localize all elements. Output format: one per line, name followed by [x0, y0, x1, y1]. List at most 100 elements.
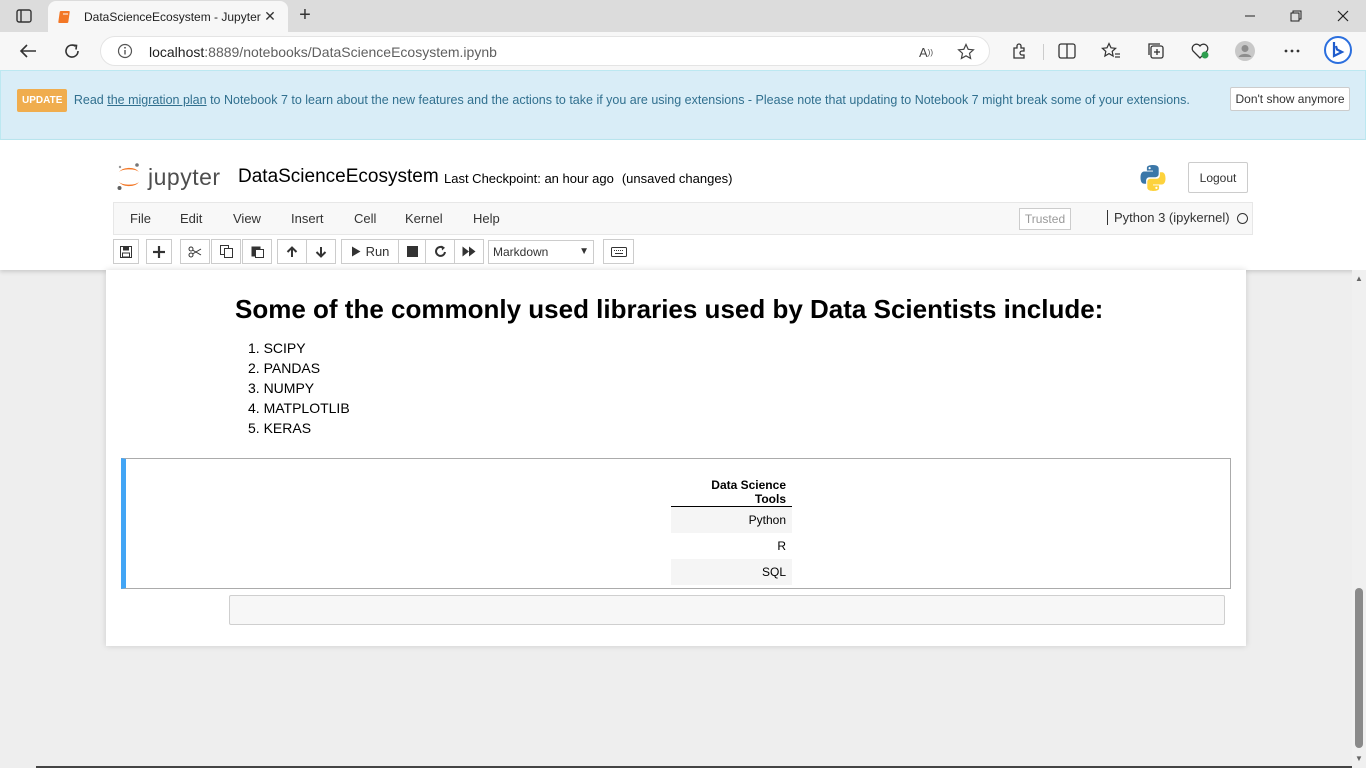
- minimize-icon[interactable]: [1227, 4, 1273, 28]
- play-icon: [351, 246, 361, 257]
- insert-cell-button[interactable]: [146, 239, 172, 264]
- split-screen-icon[interactable]: [1056, 40, 1078, 62]
- table-row: Python: [671, 506, 792, 533]
- update-badge: UPDATE: [17, 89, 68, 112]
- markdown-heading: Some of the commonly used libraries used…: [235, 294, 1104, 324]
- selected-markdown-cell[interactable]: Data Science Tools Python R SQL: [121, 458, 1231, 589]
- menu-edit[interactable]: Edit: [180, 211, 202, 226]
- url-text: localhost:8889/notebooks/DataScienceEcos…: [149, 44, 497, 60]
- address-bar[interactable]: localhost:8889/notebooks/DataScienceEcos…: [100, 36, 990, 66]
- collections-icon[interactable]: [1145, 40, 1167, 62]
- table-row: SQL: [671, 558, 792, 585]
- checkpoint-status: Last Checkpoint: an hour ago (unsaved cha…: [444, 171, 733, 186]
- save-icon: [120, 245, 132, 258]
- paste-button[interactable]: [242, 239, 272, 264]
- menu-view[interactable]: View: [233, 211, 261, 226]
- kernel-name[interactable]: Python 3 (ipykernel): [1107, 210, 1230, 225]
- python-logo-icon: [1140, 165, 1166, 191]
- table-header: Data Science Tools: [671, 476, 792, 507]
- stop-icon: [406, 246, 418, 257]
- interrupt-kernel-button[interactable]: [398, 239, 426, 264]
- list-item: 3. NUMPY: [248, 380, 315, 396]
- command-palette-button[interactable]: [603, 239, 634, 264]
- list-item: 1. SCIPY: [248, 340, 306, 356]
- notebook-container: Some of the commonly used libraries used…: [106, 270, 1246, 646]
- menu-file[interactable]: File: [130, 211, 151, 226]
- favorite-star-icon[interactable]: [956, 42, 976, 62]
- back-icon[interactable]: [15, 39, 41, 63]
- tab-close-icon[interactable]: ✕: [262, 8, 278, 25]
- more-options-icon[interactable]: [1281, 40, 1303, 62]
- notebook-title[interactable]: DataScienceEcosystem: [238, 166, 439, 188]
- fast-forward-icon: [462, 246, 476, 257]
- chevron-down-icon: ▼: [579, 246, 589, 257]
- jupyter-logo-icon: [117, 163, 139, 190]
- menu-bar: File Edit View Insert Cell Kernel Help T…: [113, 202, 1253, 235]
- restart-kernel-button[interactable]: [425, 239, 455, 264]
- bing-copilot-icon[interactable]: [1323, 35, 1353, 65]
- profile-avatar-icon[interactable]: [1234, 40, 1256, 62]
- browser-tab[interactable]: DataScienceEcosystem - Jupyter ✕: [48, 1, 288, 32]
- restart-icon: [434, 245, 446, 257]
- site-info-icon[interactable]: [117, 43, 133, 59]
- table-cell: SQL: [671, 558, 792, 585]
- jupyter-header: jupyter DataScienceEcosystem Last Checkp…: [0, 140, 1366, 270]
- migration-plan-link[interactable]: the migration plan: [107, 93, 206, 107]
- scroll-down-icon[interactable]: ▼: [1355, 754, 1363, 763]
- close-window-icon[interactable]: [1320, 4, 1366, 28]
- dont-show-anymore-button[interactable]: Don't show anymore: [1230, 87, 1350, 111]
- banner-message: UPDATE Read the migration plan to Notebo…: [17, 89, 1197, 112]
- menu-help[interactable]: Help: [473, 211, 500, 226]
- trusted-indicator[interactable]: Trusted: [1019, 208, 1071, 230]
- notebook-toolbar: Run Markdown ▼: [113, 239, 1253, 266]
- read-aloud-icon[interactable]: A)): [916, 42, 936, 62]
- scroll-up-icon[interactable]: ▲: [1355, 274, 1363, 283]
- logout-button[interactable]: Logout: [1188, 162, 1248, 193]
- cell-type-select[interactable]: Markdown ▼: [488, 240, 594, 264]
- scrollbar-thumb[interactable]: [1355, 588, 1363, 748]
- page-scrollbar[interactable]: ▲ ▼: [1352, 270, 1366, 768]
- jupyter-logo-text: jupyter: [148, 163, 221, 190]
- table-row: R: [671, 533, 792, 559]
- move-up-button[interactable]: [277, 239, 307, 264]
- kernel-idle-icon: [1237, 213, 1248, 224]
- plus-icon: [153, 245, 165, 258]
- jupyter-logo[interactable]: jupyter: [116, 162, 221, 192]
- paste-icon: [251, 246, 264, 258]
- refresh-icon[interactable]: [59, 39, 85, 63]
- data-science-tools-table: Data Science Tools Python R SQL: [671, 476, 792, 585]
- arrow-down-icon: [315, 246, 327, 258]
- empty-code-cell-input[interactable]: [229, 595, 1225, 625]
- update-banner: UPDATE Read the migration plan to Notebo…: [0, 70, 1366, 140]
- tab-actions-icon[interactable]: [12, 6, 36, 26]
- copy-icon: [219, 245, 233, 258]
- copy-button[interactable]: [211, 239, 241, 264]
- tab-title: DataScienceEcosystem - Jupyter: [84, 9, 261, 24]
- browser-toolbar: localhost:8889/notebooks/DataScienceEcos…: [0, 32, 1366, 70]
- notebook-favicon-icon: [58, 10, 70, 23]
- restore-icon[interactable]: [1273, 4, 1319, 28]
- favorites-icon[interactable]: [1100, 40, 1122, 62]
- toolbar-divider: [1043, 44, 1044, 60]
- menu-cell[interactable]: Cell: [354, 211, 376, 226]
- menu-kernel[interactable]: Kernel: [405, 211, 443, 226]
- libraries-list: 1. SCIPY 2. PANDAS 3. NUMPY 4. MATPLOTLI…: [248, 338, 350, 438]
- new-tab-icon[interactable]: +: [294, 5, 316, 27]
- list-item: 2. PANDAS: [248, 360, 321, 376]
- keyboard-icon: [610, 246, 627, 257]
- browser-essentials-icon[interactable]: [1189, 40, 1211, 62]
- save-button[interactable]: [113, 239, 139, 264]
- restart-run-all-button[interactable]: [454, 239, 484, 264]
- cut-button[interactable]: [180, 239, 210, 264]
- table-cell: R: [777, 538, 786, 553]
- list-item: 4. MATPLOTLIB: [248, 400, 350, 416]
- menu-insert[interactable]: Insert: [291, 211, 324, 226]
- scissors-icon: [188, 246, 202, 257]
- browser-tab-bar: DataScienceEcosystem - Jupyter ✕ +: [0, 0, 1366, 32]
- run-button[interactable]: Run: [341, 239, 399, 264]
- move-down-button[interactable]: [306, 239, 336, 264]
- arrow-up-icon: [286, 245, 298, 257]
- list-item: 5. KERAS: [248, 420, 312, 436]
- table-cell: Python: [671, 506, 792, 533]
- extensions-icon[interactable]: [1008, 40, 1030, 62]
